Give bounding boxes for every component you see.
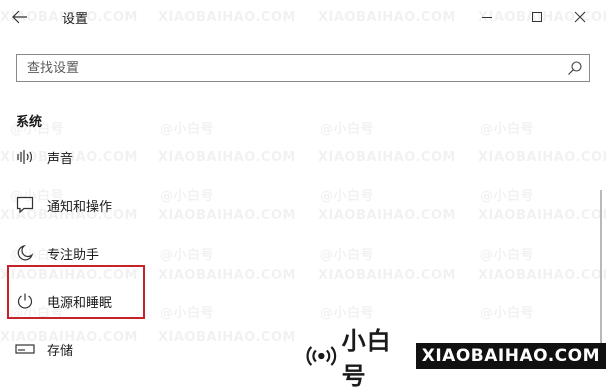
watermark-text: XIAOBAIHAO.COM [478,268,606,283]
watermark-text: XIAOBAIHAO.COM [158,208,296,223]
watermark-text: @小白号 [160,248,215,263]
brand-watermark: 小白号 XIAOBAIHAO.COM [305,327,606,390]
search-icon[interactable] [567,60,583,76]
broadcast-icon [306,346,337,366]
nav-item-sound[interactable]: 声音 [0,137,150,177]
brand-name-cn: 小白号 [341,327,392,390]
watermark-text: XIAOBAIHAO.COM [158,330,296,345]
watermark-text: @小白号 [320,189,375,204]
close-icon [574,11,586,23]
maximize-button[interactable] [517,2,557,32]
nav-item-label: 专注助手 [47,247,100,263]
watermark-text: XIAOBAIHAO.COM [318,150,456,165]
close-button[interactable] [560,2,600,32]
watermark-text: @小白号 [320,306,375,321]
scrollbar[interactable] [600,190,602,360]
watermark-text: XIAOBAIHAO.COM [318,208,456,223]
search-input[interactable] [17,55,567,81]
nav-item-label: 通知和操作 [47,199,113,215]
speaker-icon [15,147,35,167]
nav-item-notifications[interactable]: 通知和操作 [0,185,150,225]
watermark-text: @小白号 [160,122,215,137]
watermark-text: @小白号 [480,189,535,204]
highlight-box [7,265,145,319]
title-bar: 设置 [0,0,606,34]
search-box[interactable] [16,54,590,82]
notification-icon [15,195,35,215]
watermark-text: @小白号 [480,248,535,263]
back-arrow-icon [12,10,27,24]
nav-item-storage[interactable]: 存储 [0,329,150,369]
watermark-text: XIAOBAIHAO.COM [318,268,456,283]
watermark-text: @小白号 [320,248,375,263]
watermark-text: @小白号 [160,189,215,204]
watermark-text: XIAOBAIHAO.COM [478,150,606,165]
watermark-text: @小白号 [320,122,375,137]
watermark-text: XIAOBAIHAO.COM [478,208,606,223]
watermark-text: XIAOBAIHAO.COM [158,150,296,165]
nav-item-label: 存储 [47,343,74,359]
section-heading: 系统 [16,115,43,130]
brand-name-en: XIAOBAIHAO.COM [415,343,606,369]
watermark-text: @小白号 [480,122,535,137]
nav-item-label: 声音 [47,151,74,167]
moon-icon [15,243,35,263]
maximize-icon [532,12,542,22]
storage-icon [15,339,35,359]
minimize-icon [482,17,492,18]
minimize-button[interactable] [467,2,507,32]
back-button[interactable] [8,6,32,28]
window-title: 设置 [62,12,89,27]
watermark-text: @小白号 [160,306,215,321]
watermark-text: @小白号 [480,306,535,321]
watermark-text: XIAOBAIHAO.COM [158,268,296,283]
